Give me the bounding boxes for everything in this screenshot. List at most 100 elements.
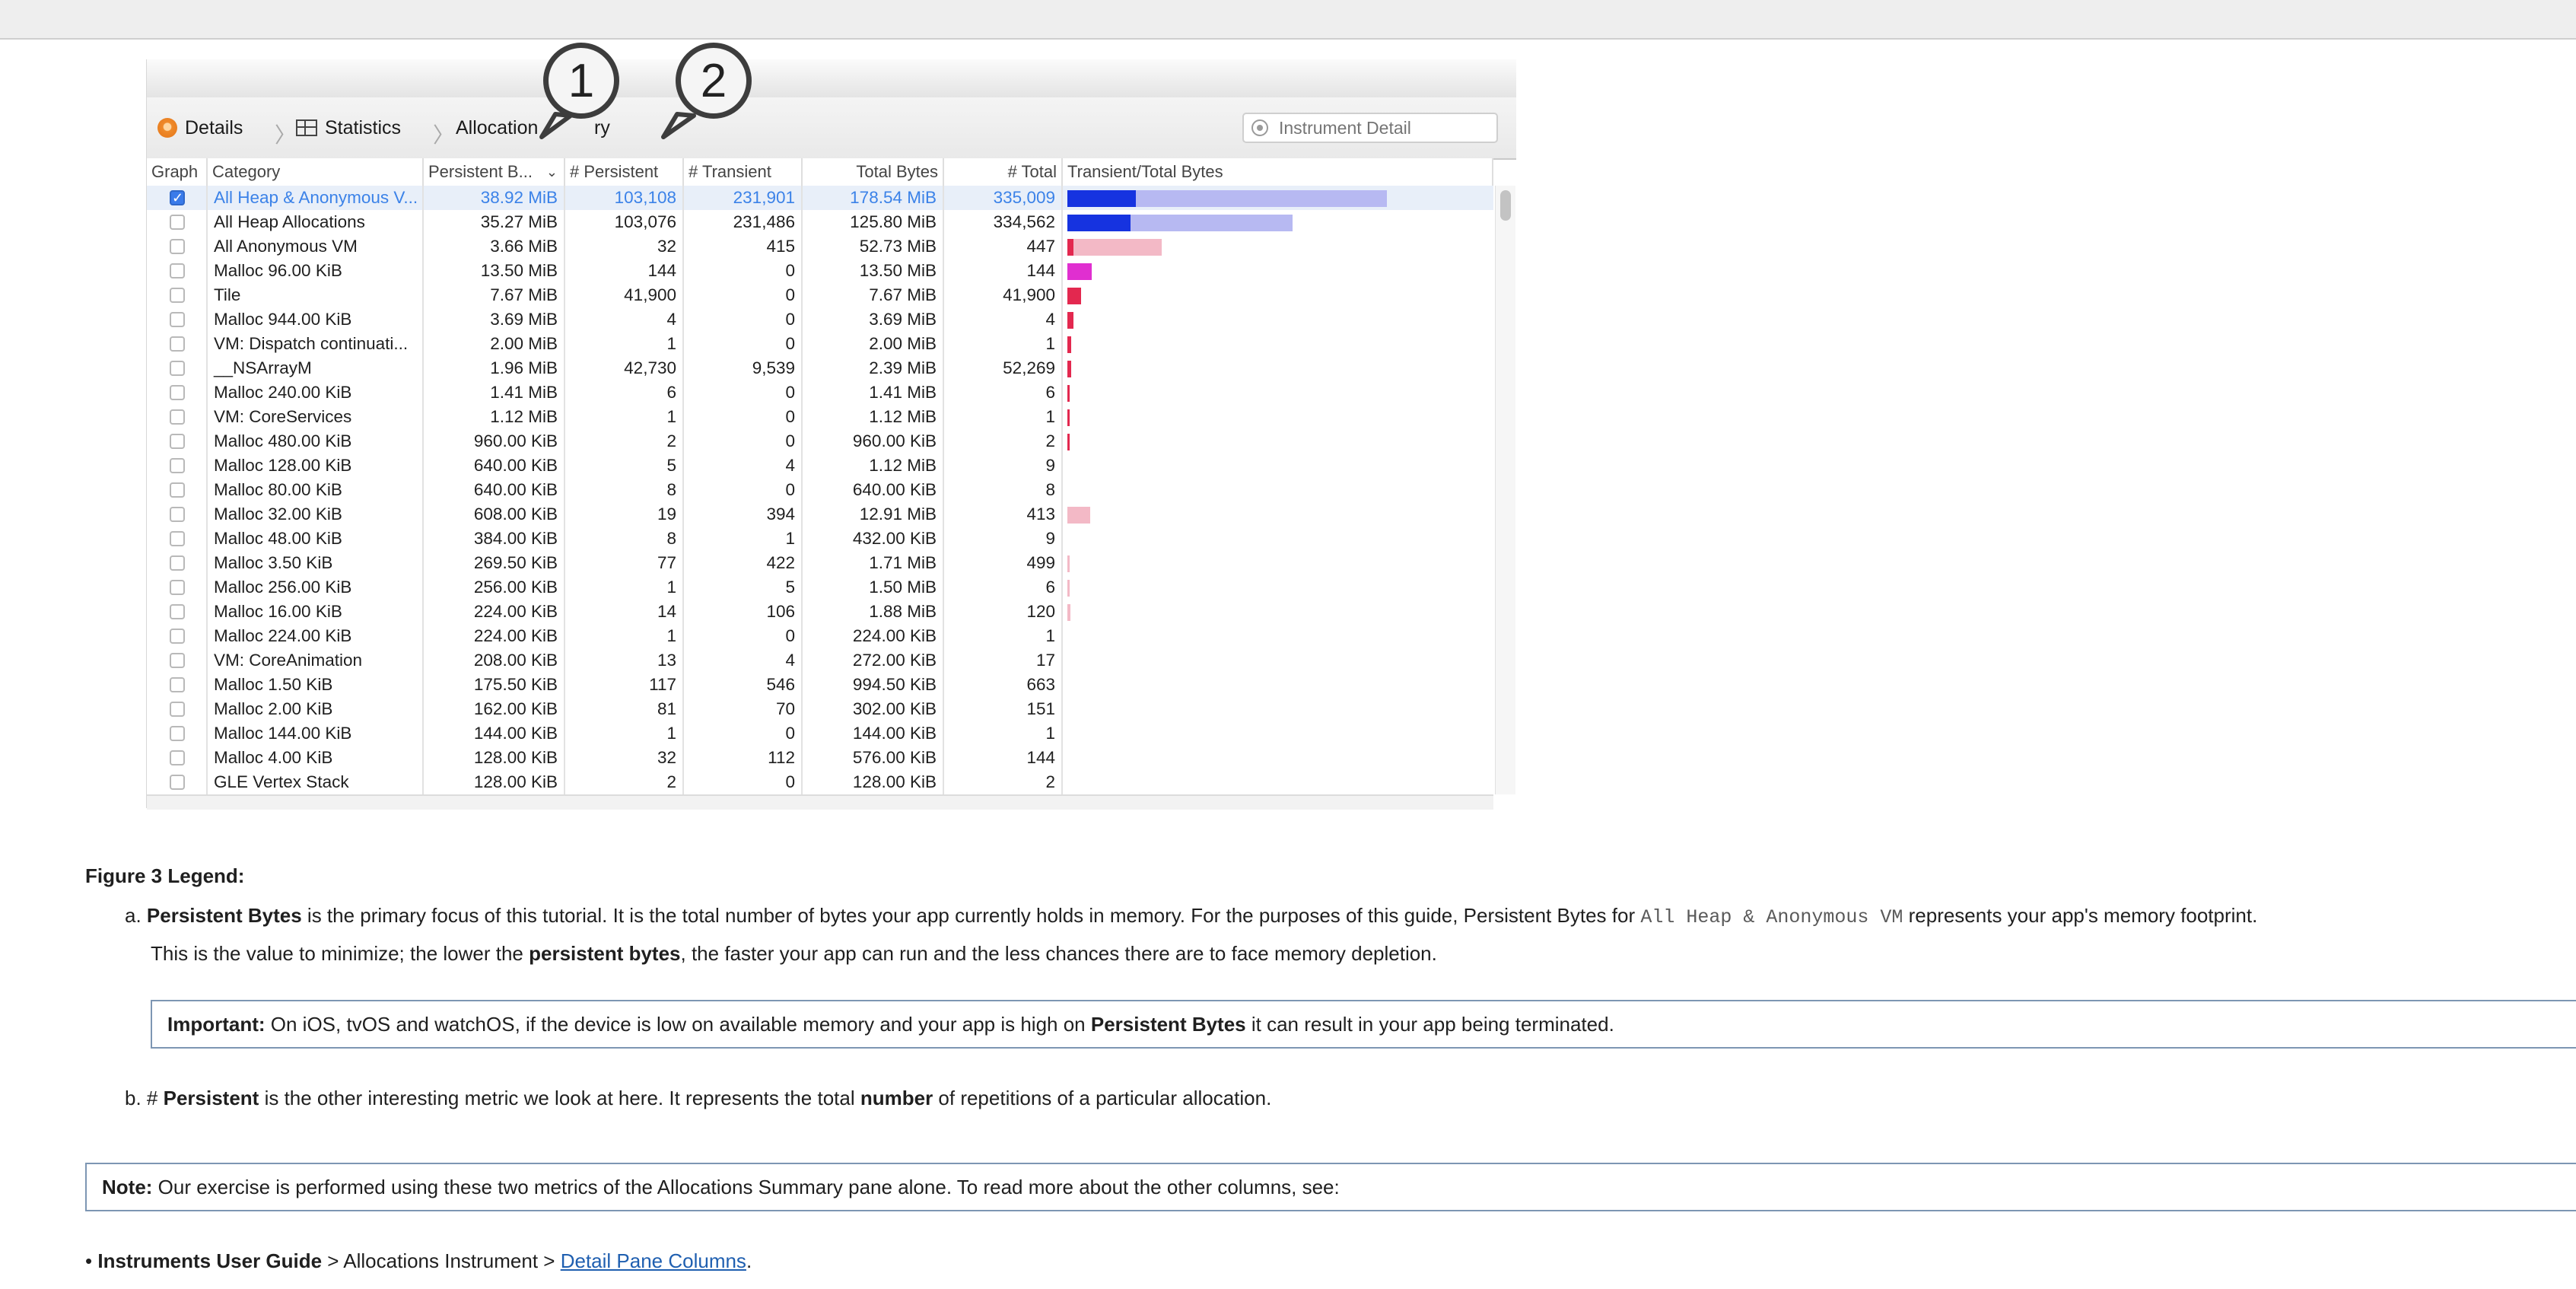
table-row[interactable]: All Anonymous VM 3.66 MiB 32 415 52.73 MiB 44…: [147, 234, 1493, 259]
graph-checkbox[interactable]: [170, 653, 185, 668]
persistent-cell: 1: [565, 332, 684, 356]
graph-cell: [147, 454, 208, 478]
category-cell: Malloc 1.50 KiB: [208, 673, 424, 697]
graph-cell: [147, 186, 208, 210]
vertical-scrollbar[interactable]: [1495, 186, 1515, 794]
col-transient[interactable]: # Transient: [684, 158, 803, 186]
col-transient-total-bytes[interactable]: Transient/Total Bytes: [1063, 158, 1493, 186]
instrument-detail-search[interactable]: [1242, 113, 1498, 143]
graph-checkbox[interactable]: [170, 629, 185, 644]
graph-checkbox[interactable]: [170, 458, 185, 473]
graph-checkbox[interactable]: [170, 336, 185, 352]
persistent-bytes-bar: [1067, 434, 1070, 450]
table-row[interactable]: VM: Dispatch continuati... 2.00 MiB 1 0 2.00…: [147, 332, 1493, 356]
total-bytes-cell: 2.39 MiB: [803, 356, 944, 380]
browser-top-bar: [0, 0, 2576, 40]
total-cell: 1: [944, 624, 1063, 648]
total-bytes-cell: 52.73 MiB: [803, 234, 944, 259]
persistent-bytes-cell: 144.00 KiB: [424, 721, 565, 746]
col-category[interactable]: Category: [208, 158, 424, 186]
table-row[interactable]: Malloc 144.00 KiB 144.00 KiB 1 0 144.00 KiB 1: [147, 721, 1493, 746]
scrollbar-thumb[interactable]: [1500, 190, 1511, 221]
jump-bar: Details 〉 Statistics 〉 Allocation ry: [147, 97, 1516, 160]
callout-2-label: 2: [700, 54, 727, 107]
crumb-details[interactable]: Details: [157, 114, 243, 142]
transient-cell: 415: [684, 234, 803, 259]
table-row[interactable]: Malloc 2.00 KiB 162.00 KiB 81 70 302.00 KiB 1…: [147, 697, 1493, 721]
table-row[interactable]: Malloc 96.00 KiB 13.50 MiB 144 0 13.50 MiB 14…: [147, 259, 1493, 283]
graph-checkbox[interactable]: [170, 507, 185, 522]
table-row[interactable]: __NSArrayM 1.96 MiB 42,730 9,539 2.39 MiB 52,…: [147, 356, 1493, 380]
table-row[interactable]: Malloc 3.50 KiB 269.50 KiB 77 422 1.71 MiB 49…: [147, 551, 1493, 575]
graph-checkbox[interactable]: [170, 312, 185, 327]
detail-pane-columns-link[interactable]: Detail Pane Columns: [561, 1249, 746, 1272]
graph-checkbox[interactable]: [170, 677, 185, 692]
graph-checkbox[interactable]: [170, 726, 185, 741]
persistent-bytes-cell: 7.67 MiB: [424, 283, 565, 307]
graph-cell: [147, 575, 208, 600]
table-row[interactable]: VM: CoreServices 1.12 MiB 1 0 1.12 MiB 1: [147, 405, 1493, 429]
graph-checkbox[interactable]: [170, 434, 185, 449]
graph-checkbox[interactable]: [170, 555, 185, 571]
col-persistent[interactable]: # Persistent: [565, 158, 684, 186]
table-row[interactable]: VM: CoreAnimation 208.00 KiB 13 4 272.00 KiB…: [147, 648, 1493, 673]
transient-cell: 422: [684, 551, 803, 575]
transient-cell: 4: [684, 648, 803, 673]
graph-checkbox[interactable]: [170, 702, 185, 717]
persistent-bytes-cell: 128.00 KiB: [424, 746, 565, 770]
crumb-statistics[interactable]: Statistics: [296, 114, 401, 142]
sort-chevron-icon: ⌄: [545, 164, 558, 180]
category-cell: VM: CoreAnimation: [208, 648, 424, 673]
col-graph[interactable]: Graph: [147, 158, 208, 186]
item-a-line2-bold: persistent bytes: [529, 942, 681, 965]
table-row[interactable]: Malloc 256.00 KiB 256.00 KiB 1 5 1.50 MiB 6: [147, 575, 1493, 600]
transient-cell: 0: [684, 405, 803, 429]
graph-checkbox[interactable]: [170, 775, 185, 790]
graph-checkbox[interactable]: [170, 385, 185, 400]
table-row[interactable]: Malloc 48.00 KiB 384.00 KiB 8 1 432.00 KiB 9: [147, 527, 1493, 551]
graph-checkbox[interactable]: [170, 361, 185, 376]
table-row[interactable]: Malloc 16.00 KiB 224.00 KiB 14 106 1.88 MiB 1…: [147, 600, 1493, 624]
col-persistent-bytes[interactable]: Persistent B... ⌄: [424, 158, 565, 186]
table-row[interactable]: All Heap Allocations 35.27 MiB 103,076 231,…: [147, 210, 1493, 234]
graph-checkbox[interactable]: [170, 604, 185, 619]
total-cell: 413: [944, 502, 1063, 527]
transient-cell: 106: [684, 600, 803, 624]
persistent-cell: 1: [565, 721, 684, 746]
total-cell: 9: [944, 454, 1063, 478]
graph-checkbox[interactable]: [170, 580, 185, 595]
graph-checkbox[interactable]: [170, 288, 185, 303]
persistent-bytes-cell: 3.66 MiB: [424, 234, 565, 259]
col-total-bytes[interactable]: Total Bytes: [803, 158, 944, 186]
table-row[interactable]: All Heap & Anonymous V...38.92 MiB103,10…: [147, 186, 1493, 210]
transient-cell: 231,486: [684, 210, 803, 234]
graph-checkbox[interactable]: [170, 239, 185, 254]
table-row[interactable]: Tile 7.67 MiB 41,900 0 7.67 MiB 41,900: [147, 283, 1493, 307]
item-b-post: of repetitions of a particular allocatio…: [933, 1087, 1272, 1109]
table-row[interactable]: Malloc 1.50 KiB 175.50 KiB 117 546 994.50 Ki…: [147, 673, 1493, 697]
table-row[interactable]: Malloc 128.00 KiB 640.00 KiB 5 4 1.12 MiB 9: [147, 454, 1493, 478]
instrument-detail-input[interactable]: [1277, 116, 1486, 139]
table-row[interactable]: Malloc 240.00 KiB 1.41 MiB 6 0 1.41 MiB 6: [147, 380, 1493, 405]
table-row[interactable]: Malloc 480.00 KiB 960.00 KiB 2 0 960.00 KiB 2: [147, 429, 1493, 454]
table-row[interactable]: Malloc 80.00 KiB 640.00 KiB 8 0 640.00 KiB 8: [147, 478, 1493, 502]
graph-checkbox[interactable]: [170, 531, 185, 546]
persistent-bytes-bar: [1067, 312, 1074, 329]
total-bytes-bar: [1067, 239, 1162, 256]
table-row[interactable]: Malloc 4.00 KiB 128.00 KiB 32 112 576.00 KiB…: [147, 746, 1493, 770]
graph-checkbox[interactable]: [170, 482, 185, 498]
graph-cell: [147, 551, 208, 575]
callout-1-label: 1: [568, 54, 595, 107]
graph-checkbox[interactable]: [170, 750, 185, 765]
col-total[interactable]: # Total: [944, 158, 1063, 186]
table-row[interactable]: Malloc 32.00 KiB 608.00 KiB 19 394 12.91 MiB…: [147, 502, 1493, 527]
graph-checkbox[interactable]: [170, 215, 185, 230]
graph-checkbox[interactable]: [170, 186, 185, 210]
persistent-cell: 19: [565, 502, 684, 527]
category-cell: All Anonymous VM: [208, 234, 424, 259]
table-row[interactable]: Malloc 224.00 KiB 224.00 KiB 1 0 224.00 KiB 1: [147, 624, 1493, 648]
graph-checkbox[interactable]: [170, 263, 185, 278]
table-row[interactable]: GLE Vertex Stack 128.00 KiB 2 0 128.00 KiB 2: [147, 770, 1493, 794]
graph-checkbox[interactable]: [170, 409, 185, 425]
table-row[interactable]: Malloc 944.00 KiB 3.69 MiB 4 0 3.69 MiB 4: [147, 307, 1493, 332]
